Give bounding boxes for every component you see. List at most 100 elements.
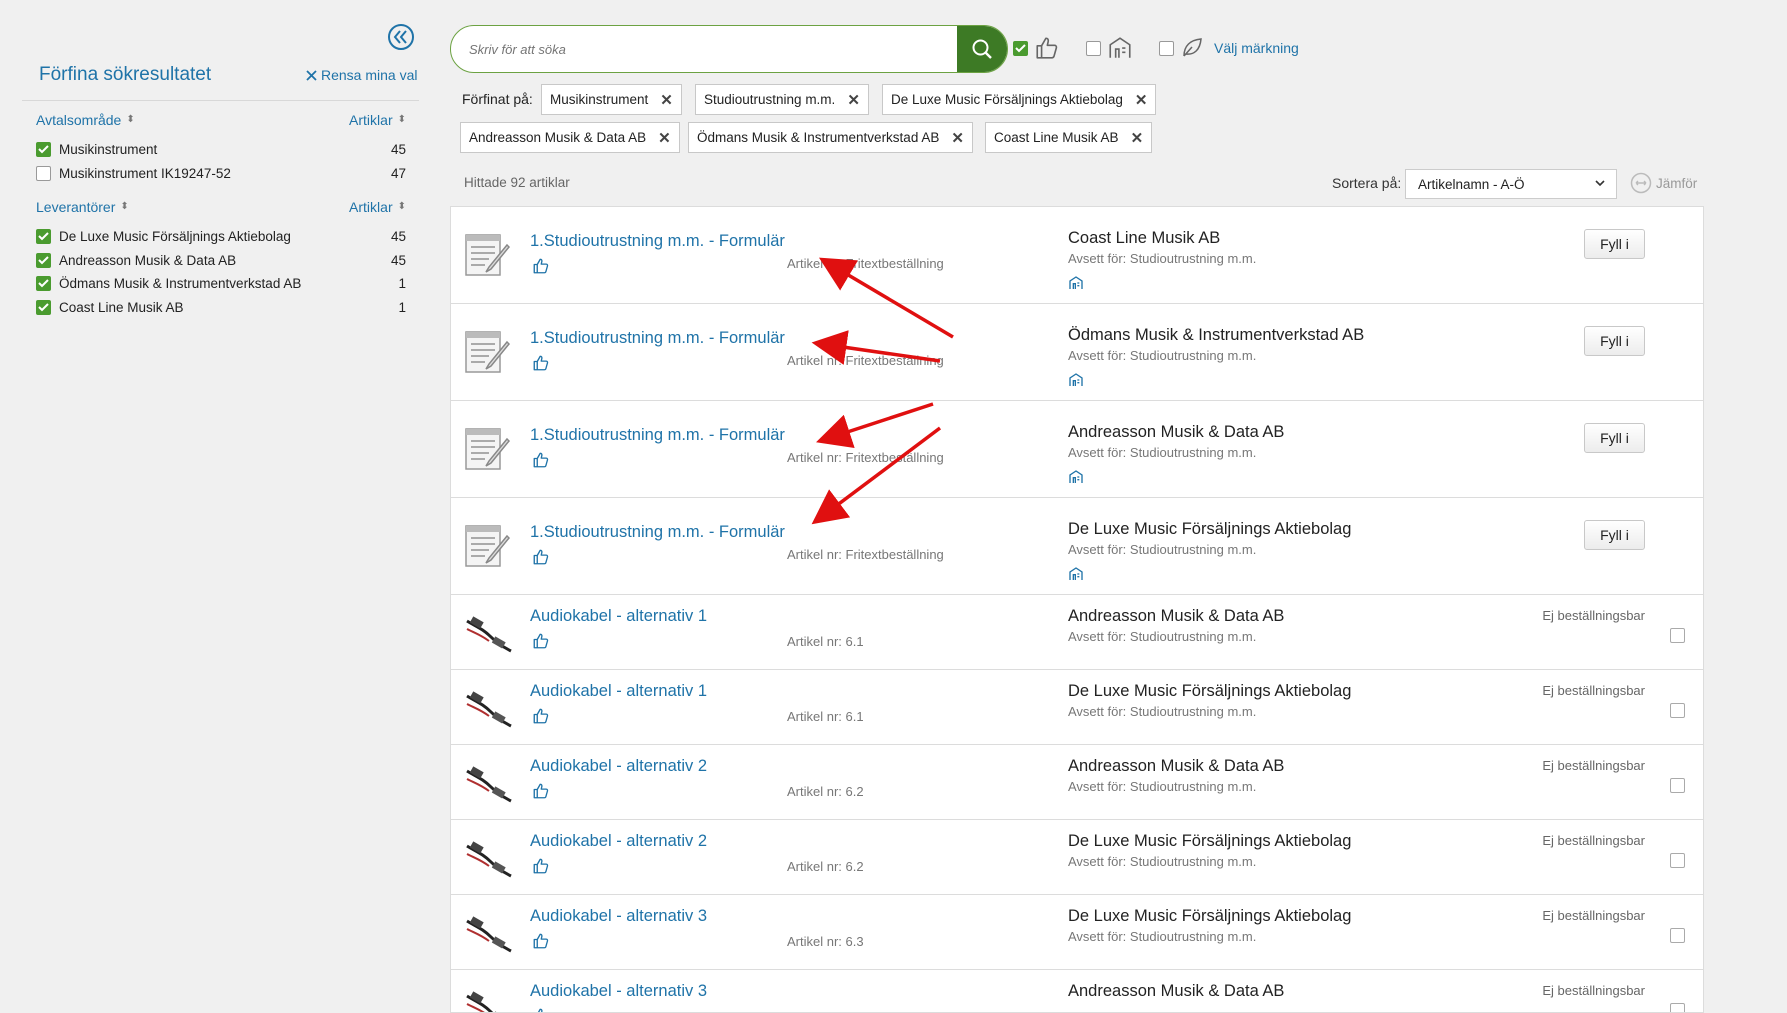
sort-toggle-icon: ⬍: [397, 201, 406, 212]
form-icon[interactable]: [463, 520, 513, 570]
intended-for: Avsett för: Studioutrustning m.m.: [1068, 929, 1257, 944]
remove-chip-icon[interactable]: ✕: [658, 129, 671, 147]
compare-checkbox[interactable]: [1670, 703, 1685, 718]
building-icon: [1068, 566, 1084, 585]
article-number: Artikel nr: 6.1: [787, 709, 864, 724]
supplier-name: De Luxe Music Försäljnings Aktiebolag: [1068, 832, 1352, 850]
sort-label: Sortera på:: [1332, 175, 1402, 191]
supplier-name: De Luxe Music Försäljnings Aktiebolag: [1068, 682, 1352, 700]
intended-for: Avsett för: Studioutrustning m.m.: [1068, 704, 1257, 719]
clear-selections-link[interactable]: Rensa mina val: [306, 67, 418, 83]
remove-chip-icon[interactable]: ✕: [660, 91, 673, 109]
search-button[interactable]: [957, 26, 1007, 72]
thumbs-up-icon[interactable]: [532, 857, 550, 878]
cable-icon[interactable]: [463, 757, 513, 807]
search-input[interactable]: [469, 26, 949, 72]
compare-checkbox[interactable]: [1670, 1003, 1685, 1012]
product-name-link[interactable]: Audiokabel - alternativ 2: [530, 832, 707, 851]
section-header-leverantorer[interactable]: Leverantörer ⬍: [36, 199, 129, 215]
favorites-checkbox[interactable]: [1013, 40, 1028, 56]
product-name-link[interactable]: 1.Studioutrustning m.m. - Formulär: [530, 232, 785, 251]
cable-icon[interactable]: [463, 982, 513, 1012]
building-icon: [1068, 275, 1084, 294]
thumbs-up-icon[interactable]: [532, 354, 550, 375]
remove-chip-icon[interactable]: ✕: [847, 91, 860, 109]
count-header-leverantorer[interactable]: Artiklar ⬍: [349, 199, 406, 215]
section-header-avtalsomrade[interactable]: Avtalsområde ⬍: [36, 112, 135, 128]
refine-chip: Musikinstrument ✕: [541, 84, 682, 115]
filter-item[interactable]: Musikinstrument IK19247-52 47: [36, 162, 406, 186]
article-number: Artikel nr: Fritextbeställning: [787, 353, 944, 368]
filter-item[interactable]: Musikinstrument 45: [36, 138, 406, 162]
collapse-sidebar-button[interactable]: [388, 24, 414, 50]
product-name-link[interactable]: Audiokabel - alternativ 3: [530, 982, 707, 1001]
checkbox-checked[interactable]: [36, 252, 51, 268]
filter-section-avtalsomrade: Avtalsområde ⬍ Artiklar ⬍ Musikinstrument 4…: [36, 110, 406, 185]
cable-icon[interactable]: [463, 682, 513, 732]
filter-section-leverantorer: Leverantörer ⬍ Artiklar ⬍ De Luxe Music Fö…: [36, 197, 406, 319]
chevron-down-icon: [1595, 180, 1605, 187]
product-name-link[interactable]: 1.Studioutrustning m.m. - Formulär: [530, 523, 785, 542]
checkbox-unchecked[interactable]: [36, 165, 51, 181]
filter-item[interactable]: Ödmans Musik & Instrumentverkstad AB 1: [36, 272, 406, 296]
compare-checkbox[interactable]: [1670, 778, 1685, 793]
compare-button[interactable]: Jämför: [1630, 172, 1697, 194]
compare-checkbox[interactable]: [1670, 853, 1685, 868]
thumbs-up-icon[interactable]: [532, 548, 550, 569]
product-name-link[interactable]: Audiokabel - alternativ 2: [530, 757, 707, 776]
refined-on-label: Förfinat på:: [462, 91, 533, 107]
count-header-avtalsomrade[interactable]: Artiklar ⬍: [349, 112, 406, 128]
intended-for: Avsett för: Studioutrustning m.m.: [1068, 445, 1257, 460]
sort-select[interactable]: Artikelnamn - A-Ö: [1405, 169, 1617, 199]
compare-icon: [1630, 172, 1652, 194]
form-icon[interactable]: [463, 229, 513, 279]
checkbox-checked[interactable]: [36, 276, 51, 292]
cable-icon[interactable]: [463, 607, 513, 657]
product-name-link[interactable]: 1.Studioutrustning m.m. - Formulär: [530, 426, 785, 445]
status-not-orderable: Ej beställningsbar: [1542, 983, 1645, 998]
compare-checkbox[interactable]: [1670, 928, 1685, 943]
thumbs-up-icon[interactable]: [532, 632, 550, 653]
checkbox-checked[interactable]: [36, 229, 51, 245]
building-filter-checkbox[interactable]: [1086, 40, 1101, 56]
intended-for: Avsett för: Studioutrustning m.m.: [1068, 854, 1257, 869]
choose-label-link[interactable]: Välj märkning: [1214, 40, 1299, 56]
thumbs-up-icon[interactable]: [532, 451, 550, 472]
supplier-name: Ödmans Musik & Instrumentverkstad AB: [1068, 326, 1365, 344]
thumbs-up-icon[interactable]: [532, 707, 550, 728]
leaf-icon: [1183, 38, 1202, 57]
remove-chip-icon[interactable]: ✕: [951, 129, 964, 147]
filter-item[interactable]: Andreasson Musik & Data AB 45: [36, 249, 406, 273]
article-number: Artikel nr: 6.2: [787, 859, 864, 874]
fill-in-button[interactable]: Fyll i: [1584, 520, 1645, 550]
form-icon[interactable]: [463, 423, 513, 473]
product-name-link[interactable]: Audiokabel - alternativ 1: [530, 682, 707, 701]
fill-in-button[interactable]: Fyll i: [1584, 229, 1645, 259]
cable-icon[interactable]: [463, 832, 513, 882]
compare-checkbox[interactable]: [1670, 628, 1685, 643]
fill-in-button[interactable]: Fyll i: [1584, 326, 1645, 356]
thumbs-up-icon[interactable]: [532, 782, 550, 803]
filter-item[interactable]: Coast Line Musik AB 1: [36, 296, 406, 320]
thumbs-up-icon[interactable]: [532, 932, 550, 953]
form-icon[interactable]: [463, 326, 513, 376]
intended-for: Avsett för: Studioutrustning m.m.: [1068, 348, 1257, 363]
thumbs-up-icon[interactable]: [532, 1007, 550, 1012]
double-chevron-left-icon: [393, 30, 407, 44]
checkbox-checked[interactable]: [36, 142, 51, 158]
product-name-link[interactable]: Audiokabel - alternativ 1: [530, 607, 707, 626]
fill-in-button[interactable]: Fyll i: [1584, 423, 1645, 453]
remove-chip-icon[interactable]: ✕: [1135, 91, 1148, 109]
clear-selections-label: Rensa mina val: [321, 67, 418, 83]
refine-chip: Studioutrustning m.m. ✕: [695, 84, 869, 115]
product-name-link[interactable]: 1.Studioutrustning m.m. - Formulär: [530, 329, 785, 348]
remove-chip-icon[interactable]: ✕: [1131, 129, 1144, 147]
thumbs-up-icon[interactable]: [532, 257, 550, 278]
filter-item[interactable]: De Luxe Music Försäljnings Aktiebolag 45: [36, 225, 406, 249]
eco-label-checkbox[interactable]: [1159, 40, 1174, 56]
result-row: Audiokabel - alternativ 2 Artikel nr: 6.2…: [451, 745, 1703, 820]
cable-icon[interactable]: [463, 907, 513, 957]
result-row: 1.Studioutrustning m.m. - Formulär Artike…: [451, 304, 1703, 401]
checkbox-checked[interactable]: [36, 299, 51, 315]
product-name-link[interactable]: Audiokabel - alternativ 3: [530, 907, 707, 926]
